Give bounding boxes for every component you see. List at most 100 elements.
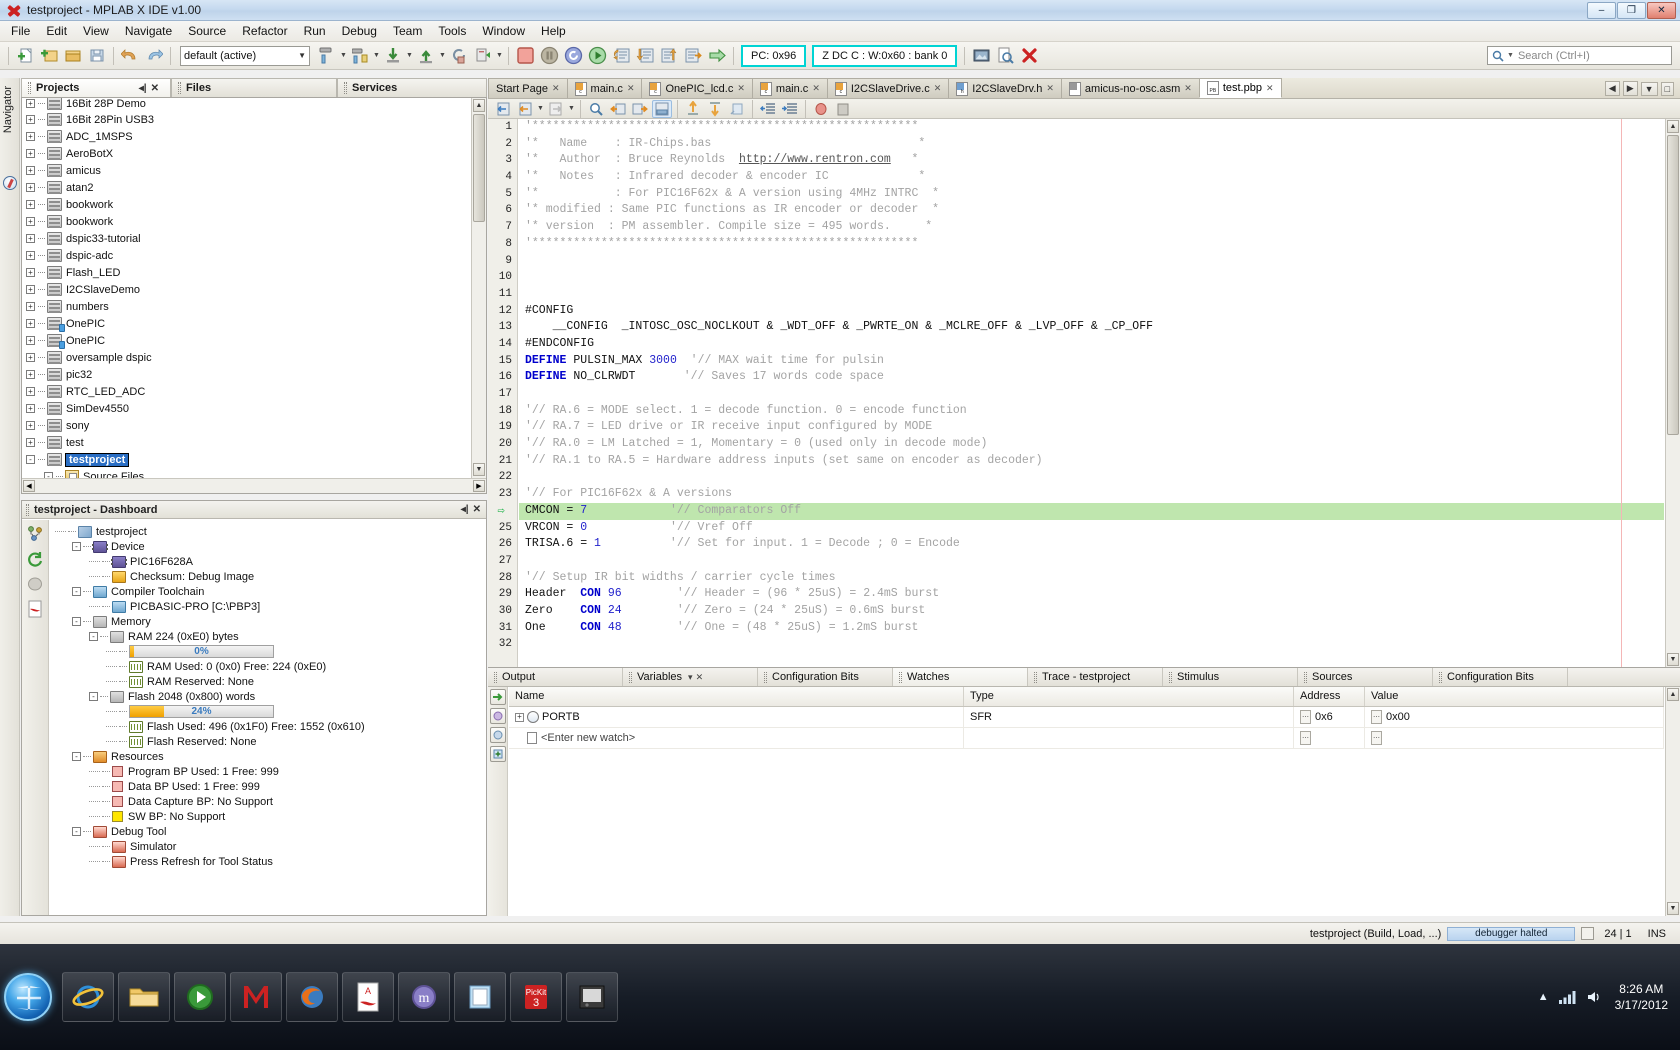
make-and-program-icon[interactable]	[382, 45, 404, 67]
set-pc-icon[interactable]	[706, 45, 728, 67]
code-line[interactable]	[519, 553, 1664, 570]
back-icon[interactable]	[515, 100, 535, 118]
stop-debug-icon[interactable]	[514, 45, 536, 67]
pause-icon[interactable]	[538, 45, 560, 67]
toggle-breakpoint-icon[interactable]	[811, 100, 831, 118]
editor-tab[interactable]: cmain.c✕	[752, 78, 828, 98]
line-number[interactable]: 7	[488, 219, 517, 236]
line-number[interactable]: 6	[488, 202, 517, 219]
new-watch-placeholder[interactable]: <Enter new watch>	[541, 732, 635, 744]
column-header-value[interactable]: Value	[1365, 687, 1664, 706]
dashboard-row[interactable]: SW BP: No Support	[53, 809, 486, 824]
stop-build-icon[interactable]	[1018, 45, 1040, 67]
menu-help[interactable]: Help	[533, 22, 574, 40]
expand-node-icon[interactable]: +	[26, 370, 35, 379]
last-edit-icon[interactable]	[493, 100, 513, 118]
menu-refactor[interactable]: Refactor	[234, 22, 295, 40]
expand-node-icon[interactable]: +	[26, 319, 35, 328]
expand-node-icon[interactable]: +	[26, 99, 35, 108]
forward-icon[interactable]	[546, 100, 566, 118]
clean-build-icon[interactable]	[349, 45, 371, 67]
delete-watch-icon[interactable]	[490, 708, 506, 724]
expand-node-icon[interactable]: +	[26, 285, 35, 294]
terminal-icon[interactable]	[566, 972, 618, 1022]
line-number[interactable]: 28	[488, 570, 517, 587]
project-tree-item[interactable]: +ADC_1MSPS	[22, 128, 470, 145]
project-tree-item[interactable]: +bookwork	[22, 196, 470, 213]
line-number[interactable]: 9	[488, 253, 517, 270]
find-selection-icon[interactable]	[586, 100, 606, 118]
expand-node-icon[interactable]: +	[26, 251, 35, 260]
tab-list-icon[interactable]: ▼	[1641, 82, 1658, 96]
memory-view-icon[interactable]	[970, 45, 992, 67]
expand-node-icon[interactable]: +	[26, 217, 35, 226]
media-player-icon[interactable]	[174, 972, 226, 1022]
code-line[interactable]: TRISA.6 = 1 '// Set for input. 1 = Decod…	[519, 536, 1664, 553]
maximize-editor-icon[interactable]: □	[1661, 82, 1674, 96]
collapse-node-icon[interactable]: -	[26, 455, 35, 464]
project-properties-icon[interactable]	[26, 525, 44, 543]
project-tree-item[interactable]: +I2CSlaveDemo	[22, 281, 470, 298]
step-into-icon[interactable]	[634, 45, 656, 67]
dashboard-row[interactable]: Data Capture BP: No Support	[53, 794, 486, 809]
collapse-node-icon[interactable]: -	[72, 587, 81, 596]
code-line[interactable]: #CONFIG	[519, 303, 1664, 320]
firefox-icon[interactable]	[286, 972, 338, 1022]
menu-edit[interactable]: Edit	[38, 22, 75, 40]
project-tree-item[interactable]: +oversample dspic	[22, 349, 470, 366]
line-number[interactable]: 12	[488, 303, 517, 320]
code-line[interactable]: '* Notes : Infrared decoder & encoder IC…	[519, 169, 1664, 186]
project-tree-item[interactable]: +Flash_LED	[22, 264, 470, 281]
scroll-down-arrow-icon[interactable]: ▼	[473, 463, 485, 476]
code-line[interactable]: VRCON = 0 '// Vref Off	[519, 520, 1664, 537]
delete-all-watches-icon[interactable]	[490, 727, 506, 743]
code-text[interactable]: '***************************************…	[519, 119, 1664, 667]
toggle-bookmark-icon[interactable]	[652, 100, 672, 118]
column-header-name[interactable]: Name	[509, 687, 964, 706]
table-row[interactable]: <Enter new watch> ⋯ ⋯	[509, 728, 1664, 749]
datasheet-pdf-icon[interactable]	[26, 600, 44, 618]
menu-run[interactable]: Run	[296, 22, 334, 40]
line-number[interactable]: 4	[488, 169, 517, 186]
search-input[interactable]: ▼ Search (Ctrl+I)	[1487, 46, 1672, 65]
dashboard-row[interactable]: Program BP Used: 1 Free: 999	[53, 764, 486, 779]
scroll-right-arrow-icon[interactable]: ▶	[473, 480, 485, 492]
tab-files[interactable]: Files	[171, 78, 337, 97]
forward-dropdown-icon[interactable]: ▼	[567, 105, 576, 112]
bottom-panel-tab[interactable]: Variables▾✕	[623, 668, 758, 686]
code-line[interactable]: '* modified : Same PIC functions as IR e…	[519, 202, 1664, 219]
mplab-icon[interactable]	[230, 972, 282, 1022]
expand-node-icon[interactable]: +	[26, 302, 35, 311]
code-line[interactable]: '***************************************…	[519, 236, 1664, 253]
menu-team[interactable]: Team	[385, 22, 430, 40]
editor-vertical-scrollbar[interactable]: ▲ ▼	[1665, 119, 1680, 667]
dashboard-row[interactable]: 0%	[53, 644, 486, 659]
bottom-panel-tab[interactable]: Trace - testproject	[1028, 668, 1163, 686]
start-orb-icon[interactable]	[4, 973, 52, 1021]
step-over-icon[interactable]	[610, 45, 632, 67]
line-number[interactable]: 22	[488, 469, 517, 486]
new-file-icon[interactable]	[14, 45, 36, 67]
scroll-tabs-left-icon[interactable]: ◀	[1605, 81, 1620, 96]
dashboard-row[interactable]: -Device	[53, 539, 486, 554]
close-button[interactable]: ✕	[1647, 2, 1676, 19]
editor-tab[interactable]: cI2CSlaveDrive.c✕	[827, 78, 949, 98]
pickit3-icon[interactable]: PicKit3	[510, 972, 562, 1022]
line-number[interactable]: 8	[488, 236, 517, 253]
line-number[interactable]: 26	[488, 536, 517, 553]
line-number[interactable]: 30	[488, 603, 517, 620]
configuration-combo[interactable]: default (active) ▼	[180, 46, 310, 66]
code-line[interactable]: '***************************************…	[519, 119, 1664, 136]
project-tree-item[interactable]: +dspic-adc	[22, 247, 470, 264]
code-line[interactable]: DEFINE NO_CLRWDT '// Saves 17 words code…	[519, 369, 1664, 386]
close-tab-icon[interactable]: ✕	[1046, 83, 1054, 94]
internet-explorer-icon[interactable]	[62, 972, 114, 1022]
editor-tab[interactable]: Start Page✕	[488, 78, 568, 98]
collapse-node-icon[interactable]: -	[72, 827, 81, 836]
debug-image-icon[interactable]	[26, 575, 44, 593]
dashboard-row[interactable]: Flash Used: 496 (0x1F0) Free: 1552 (0x61…	[53, 719, 486, 734]
project-tree-item[interactable]: +AeroBotX	[22, 145, 470, 162]
expand-row-icon[interactable]: +	[515, 713, 524, 722]
code-line[interactable]: '// RA.7 = LED drive or IR receive input…	[519, 419, 1664, 436]
dashboard-row[interactable]: -Debug Tool	[53, 824, 486, 839]
